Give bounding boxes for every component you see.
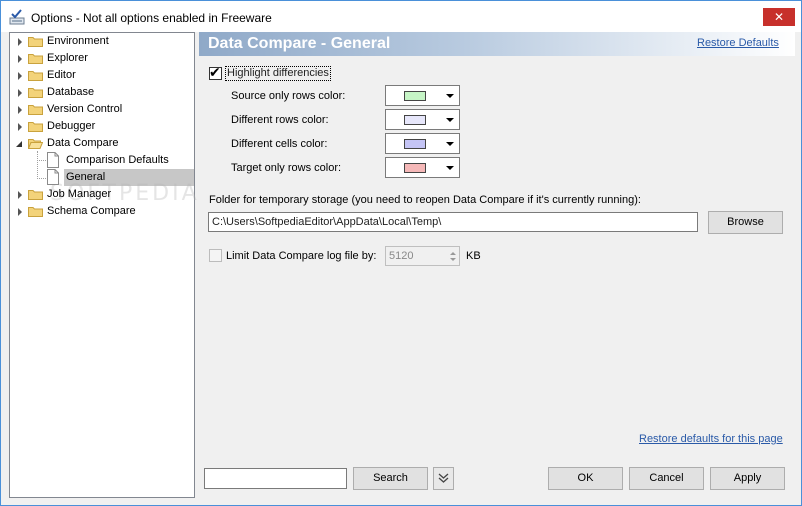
different-rows-color-picker[interactable] — [385, 109, 460, 130]
expand-arrow-icon[interactable] — [16, 191, 24, 199]
tree-item-label: Explorer — [47, 52, 88, 64]
tree-item-label: Environment — [47, 35, 109, 47]
folder-icon — [28, 54, 43, 64]
expand-arrow-icon[interactable] — [16, 89, 24, 97]
tree-item-environment[interactable]: Environment — [10, 33, 194, 50]
apply-button[interactable]: Apply — [710, 467, 785, 490]
expand-arrow-icon[interactable] — [16, 106, 24, 114]
highlight-differences-label[interactable]: Highlight differencies — [225, 66, 331, 81]
tree-item-label: Data Compare — [47, 137, 119, 149]
color-swatch — [404, 163, 426, 173]
tree-item-schema-compare[interactable]: Schema Compare — [10, 203, 194, 220]
expand-arrow-icon[interactable] — [16, 38, 24, 46]
collapse-arrow-icon[interactable] — [15, 140, 23, 148]
browse-button[interactable]: Browse — [708, 211, 783, 234]
target-only-color-label: Target only rows color: — [231, 162, 342, 174]
color-swatch — [404, 139, 426, 149]
cancel-button[interactable]: Cancel — [629, 467, 704, 490]
color-swatch — [404, 91, 426, 101]
checkmark-icon: ✔ — [209, 64, 221, 80]
tree-item-general[interactable]: General — [10, 169, 194, 186]
dropdown-arrow-icon — [446, 166, 454, 170]
dropdown-arrow-icon — [446, 118, 454, 122]
tree-item-label: Database — [47, 86, 95, 98]
tree-item-database[interactable]: Database — [10, 84, 194, 101]
search-options-button[interactable] — [433, 467, 454, 490]
open-folder-icon — [28, 139, 43, 149]
tree-item-job-manager[interactable]: Job Manager — [10, 186, 194, 203]
page-icon — [47, 152, 59, 168]
expand-arrow-icon[interactable] — [16, 72, 24, 80]
search-button[interactable]: Search — [353, 467, 428, 490]
source-only-color-label: Source only rows color: — [231, 90, 346, 102]
search-input[interactable] — [204, 468, 347, 489]
folder-icon — [28, 71, 43, 81]
source-only-color-picker[interactable] — [385, 85, 460, 106]
expand-arrow-icon[interactable] — [16, 123, 24, 131]
tree-item-data-compare[interactable]: Data Compare — [10, 135, 194, 152]
temp-folder-input[interactable]: C:\Users\SoftpediaEditor\AppData\Local\T… — [208, 212, 698, 232]
expand-arrow-icon[interactable] — [16, 208, 24, 216]
tree-item-label: Job Manager — [47, 188, 112, 200]
tree-item-editor[interactable]: Editor — [10, 67, 194, 84]
tree-item-label: Comparison Defaults — [66, 154, 169, 166]
folder-icon — [28, 207, 43, 217]
folder-icon — [28, 37, 43, 47]
window-title: Options - Not all options enabled in Fre… — [31, 11, 272, 25]
close-icon: ✕ — [773, 10, 785, 24]
tree-item-label: Editor — [47, 69, 76, 81]
tree-item-label: General — [66, 171, 106, 183]
limit-log-checkbox[interactable] — [209, 249, 222, 262]
page-icon — [47, 169, 59, 185]
limit-log-value: 5120 — [389, 250, 414, 262]
target-only-color-picker[interactable] — [385, 157, 460, 178]
spin-up-icon[interactable] — [450, 252, 456, 255]
tree-item-debugger[interactable]: Debugger — [10, 118, 194, 135]
limit-log-unit: KB — [466, 250, 481, 262]
spin-down-icon[interactable] — [450, 258, 456, 261]
tree-item-version-control[interactable]: Version Control — [10, 101, 194, 118]
restore-page-defaults-link[interactable]: Restore defaults for this page — [639, 433, 783, 445]
limit-log-label: Limit Data Compare log file by: — [226, 250, 377, 262]
options-window: Options - Not all options enabled in Fre… — [0, 0, 802, 506]
highlight-differences-checkbox[interactable]: ✔ — [209, 64, 222, 80]
different-cells-color-picker[interactable] — [385, 133, 460, 154]
page-title: Data Compare - General — [208, 35, 391, 52]
restore-defaults-link[interactable]: Restore Defaults — [697, 37, 779, 49]
ok-button[interactable]: OK — [548, 467, 623, 490]
options-app-icon — [9, 9, 25, 25]
tree-item-label: Version Control — [47, 103, 123, 115]
temp-folder-label: Folder for temporary storage (you need t… — [209, 194, 641, 206]
tree-item-explorer[interactable]: Explorer — [10, 50, 194, 67]
dropdown-arrow-icon — [446, 142, 454, 146]
tree-item-comparison-defaults[interactable]: Comparison Defaults — [10, 152, 194, 169]
options-tree[interactable]: SOFTPEDIA Environment Explorer Editor Da… — [9, 32, 197, 498]
different-rows-color-label: Different rows color: — [231, 114, 329, 126]
tree-item-label: Debugger — [47, 120, 96, 132]
double-chevron-down-icon — [438, 473, 449, 483]
close-button[interactable]: ✕ — [763, 8, 795, 26]
folder-icon — [28, 105, 43, 115]
folder-icon — [28, 122, 43, 132]
color-swatch — [404, 115, 426, 125]
folder-icon — [28, 88, 43, 98]
expand-arrow-icon[interactable] — [16, 55, 24, 63]
dropdown-arrow-icon — [446, 94, 454, 98]
tree-item-label: Schema Compare — [47, 205, 136, 217]
limit-log-spinner[interactable]: 5120 — [385, 246, 460, 266]
different-cells-color-label: Different cells color: — [231, 138, 328, 150]
folder-icon — [28, 190, 43, 200]
title-bar: Options - Not all options enabled in Fre… — [1, 1, 801, 32]
